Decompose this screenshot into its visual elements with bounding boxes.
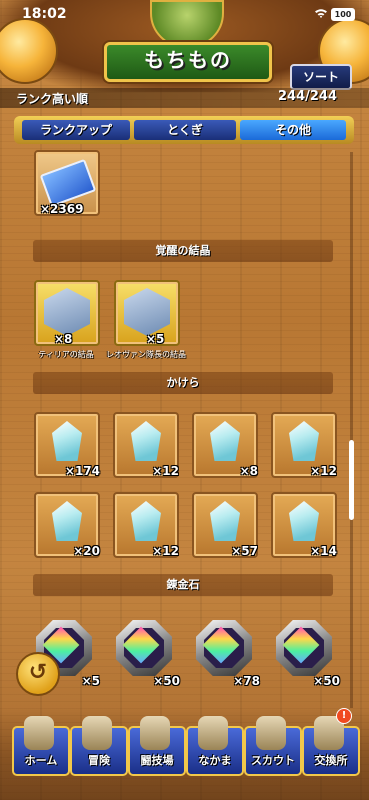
back-arrow-icon[interactable]: ↺ [16, 652, 60, 696]
home-icon [24, 716, 54, 750]
fragment-gem-icon [289, 421, 319, 461]
fragment-item[interactable]: ×12 [113, 412, 179, 478]
nav-label: 冒険 [88, 754, 110, 767]
adventure-icon [82, 716, 112, 750]
fragment-gem-icon [210, 501, 240, 541]
alchemy-stone-item[interactable]: ×50 [276, 620, 340, 688]
section-header-fragments: かけら [33, 372, 333, 394]
nav-label: ホーム [24, 754, 58, 767]
fragment-item[interactable]: ×12 [271, 412, 337, 478]
alchemy-stone-icon [196, 620, 252, 676]
item-quantity: ×5 [81, 674, 100, 688]
fragment-item[interactable]: ×14 [271, 492, 337, 558]
item-quantity: ×78 [233, 674, 260, 688]
leovan-crystal-icon [124, 288, 170, 336]
item-quantity: ×174 [64, 464, 100, 478]
fragment-gem-icon [52, 501, 82, 541]
fragment-item[interactable]: ×20 [34, 492, 100, 558]
sort-button[interactable]: ソート [290, 64, 352, 90]
fragment-item[interactable]: ×8 [192, 412, 258, 478]
tab-skills[interactable]: とくぎ [134, 120, 236, 140]
fragment-item[interactable]: ×12 [113, 492, 179, 558]
section-header-alchemy: 錬金石 [33, 574, 333, 596]
party-icon [198, 716, 228, 750]
wifi-icon [315, 9, 327, 18]
fragment-item[interactable]: ×174 [34, 412, 100, 478]
status-time: 18:02 [22, 6, 67, 22]
item-quantity: ×50 [313, 674, 340, 688]
item-caption: ティリアの結晶 [38, 350, 94, 359]
awakening-crystal-item[interactable]: ×5 [114, 280, 180, 346]
item-quantity: ×8 [239, 464, 258, 478]
scrollbar-track[interactable] [350, 152, 353, 708]
item-quantity: ×2369 [40, 202, 84, 216]
section-header-awakening: 覚醒の結晶 [33, 240, 333, 262]
item-quantity: ×12 [152, 464, 179, 478]
item-quantity: ×12 [152, 544, 179, 558]
item-quantity: ×50 [153, 674, 180, 688]
tab-rank-up[interactable]: ランクアップ [22, 120, 130, 140]
nav-label: 闘技場 [140, 754, 174, 767]
nav-label: なかま [198, 754, 232, 767]
nav-label: 交換所 [314, 754, 348, 767]
scrollbar-thumb[interactable] [349, 440, 354, 520]
fragment-gem-icon [131, 501, 161, 541]
battery-indicator: 100 [331, 8, 355, 21]
scout-icon [256, 716, 286, 750]
alchemy-stone-icon [276, 620, 332, 676]
nav-scout-button[interactable]: スカウト [244, 716, 302, 776]
item-quantity: ×8 [54, 332, 73, 346]
tiria-crystal-icon [44, 288, 90, 336]
alchemy-stone-item[interactable]: ×78 [196, 620, 260, 688]
item-caption: レオヴァン隊長の結晶 [106, 350, 186, 359]
awakening-crystal-item[interactable]: ×8 [34, 280, 100, 346]
nav-label: スカウト [251, 754, 295, 767]
nav-home-button[interactable]: ホーム [12, 716, 70, 776]
nav-adventure-button[interactable]: 冒険 [70, 716, 128, 776]
nav-exchange-button[interactable]: 交換所 [302, 716, 360, 776]
alchemy-stone-icon [116, 620, 172, 676]
item-count: 244/244 [278, 89, 338, 104]
nav-arena-button[interactable]: 闘技場 [128, 716, 186, 776]
item-quantity: ×12 [310, 464, 337, 478]
tab-other[interactable]: その他 [240, 120, 346, 140]
sort-order-label: ランク高い順 [16, 92, 89, 106]
ticket-icon [39, 158, 97, 208]
fragment-item[interactable]: ×57 [192, 492, 258, 558]
notification-badge: ! [336, 708, 352, 724]
ticket-item[interactable]: ×2369 [34, 150, 100, 216]
arena-icon [140, 716, 170, 750]
item-quantity: ×5 [146, 332, 165, 346]
nav-party-button[interactable]: なかま [186, 716, 244, 776]
fragment-gem-icon [289, 501, 319, 541]
fragment-gem-icon [131, 421, 161, 461]
item-quantity: ×20 [73, 544, 100, 558]
fragment-gem-icon [210, 421, 240, 461]
item-quantity: ×57 [231, 544, 258, 558]
item-quantity: ×14 [310, 544, 337, 558]
alchemy-stone-item[interactable]: ×50 [116, 620, 180, 688]
page-title: もちもの [144, 48, 232, 72]
fragment-gem-icon [52, 421, 82, 461]
